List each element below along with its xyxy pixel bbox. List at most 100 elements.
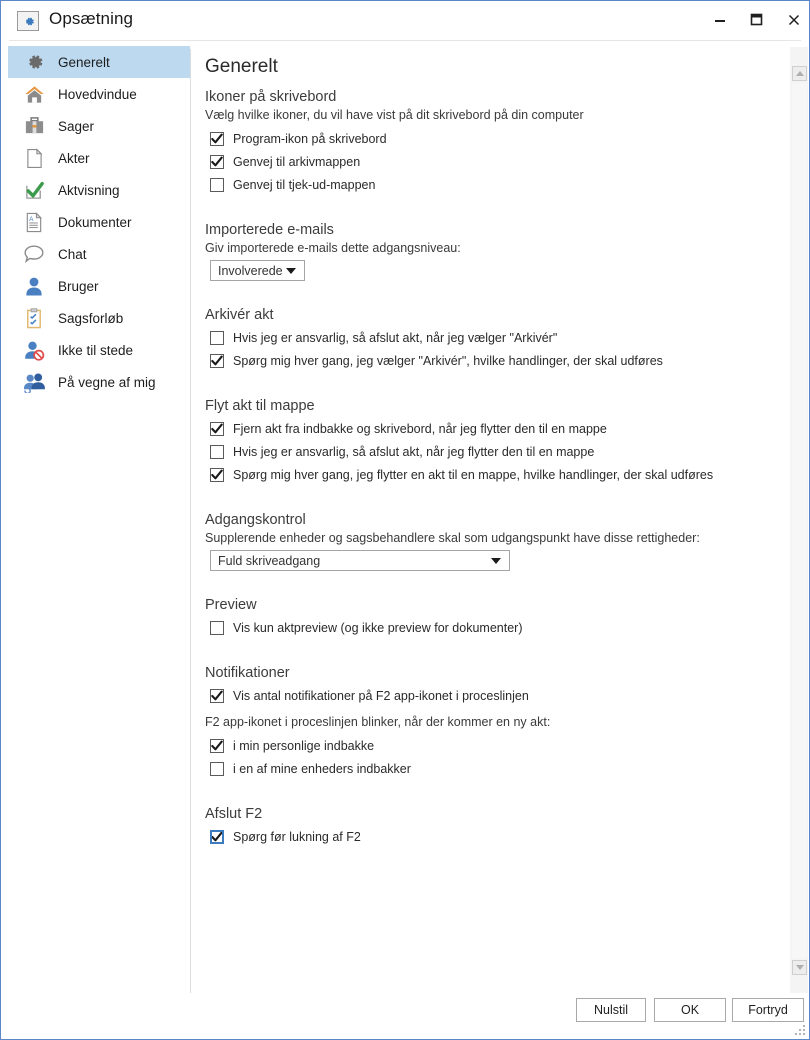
checkbox-row-genvej-arkivmappen[interactable]: Genvej til arkivmappen — [205, 150, 785, 173]
window-title: Opsætning — [49, 9, 134, 28]
text-doc-icon: A — [20, 208, 48, 236]
app-gear-icon — [17, 11, 39, 31]
chevron-down-icon — [491, 557, 501, 564]
page-title: Generelt — [205, 56, 278, 77]
chevron-down-icon — [286, 267, 296, 274]
scroll-up-icon[interactable] — [792, 66, 807, 81]
title-bar: Opsætning — [1, 1, 809, 40]
sidebar-item-label: Hovedvindue — [58, 86, 137, 102]
checkbox-row-program-ikon[interactable]: Program-ikon på skrivebord — [205, 127, 785, 150]
checkbox-unchecked-icon[interactable] — [210, 177, 224, 192]
section-archive-act: Arkivér akt Hvis jeg er ansvarlig, så af… — [191, 307, 785, 372]
checkbox-checked-icon[interactable] — [210, 467, 224, 482]
ok-button[interactable]: OK — [654, 998, 726, 1022]
home-icon — [20, 80, 48, 108]
checkbox-row-genvej-tjek-ud[interactable]: Genvej til tjek-ud-mappen — [205, 173, 785, 196]
sidebar-item-generelt[interactable]: Generelt — [8, 46, 190, 78]
speech-bubble-icon — [20, 240, 48, 268]
maximize-button[interactable] — [740, 4, 773, 35]
scrollbar-track[interactable] — [792, 83, 807, 958]
checkbox-label: i en af mine enheders indbakker — [233, 761, 411, 776]
checkbox-row-spoerg-foer-lukning[interactable]: Spørg før lukning af F2 — [205, 825, 785, 848]
checkbox-row-spoerg-flyt[interactable]: Spørg mig hver gang, jeg flytter en akt … — [205, 463, 785, 486]
sidebar-item-dokumenter[interactable]: A Dokumenter — [8, 206, 190, 238]
sidebar-item-bruger[interactable]: Bruger — [8, 270, 190, 302]
section-preview: Preview Vis kun aktpreview (og ikke prev… — [191, 597, 785, 639]
resize-grip[interactable] — [793, 1023, 805, 1035]
checkbox-checked-icon[interactable] — [210, 688, 224, 703]
sidebar-item-label: Generelt — [58, 54, 110, 70]
checkbox-unchecked-icon[interactable] — [210, 330, 224, 345]
checkbox-checked-icon[interactable] — [210, 421, 224, 436]
checkbox-checked-icon[interactable] — [210, 353, 224, 368]
checkbox-label: Spørg mig hver gang, jeg flytter en akt … — [233, 467, 714, 482]
checkbox-checked-icon[interactable] — [210, 829, 224, 844]
sidebar-item-chat[interactable]: Chat — [8, 238, 190, 270]
sidebar-item-label: På vegne af mig — [58, 374, 156, 390]
clipboard-icon — [20, 304, 48, 332]
gear-icon — [20, 48, 48, 76]
checkbox-label: Spørg mig hver gang, jeg vælger "Arkivér… — [233, 353, 663, 368]
checkbox-label: Genvej til arkivmappen — [233, 154, 361, 169]
section-access-control: Adgangskontrol Supplerende enheder og sa… — [191, 512, 785, 571]
checkbox-row-afslut-akt-arkiver[interactable]: Hvis jeg er ansvarlig, så afslut akt, nå… — [205, 326, 785, 349]
checkbox-row-enheders-indbakker[interactable]: i en af mine enheders indbakker — [205, 757, 785, 780]
sidebar-item-paa-vegne-af-mig[interactable]: På vegne af mig — [8, 366, 190, 398]
sidebar-item-label: Dokumenter — [58, 214, 132, 230]
settings-content: Generelt Ikoner på skrivebord Vælg hvilk… — [191, 47, 785, 994]
checkbox-row-spoerg-arkiver[interactable]: Spørg mig hver gang, jeg vælger "Arkivér… — [205, 349, 785, 372]
checkbox-label: Hvis jeg er ansvarlig, så afslut akt, nå… — [233, 330, 558, 345]
checkbox-row-fjern-akt[interactable]: Fjern akt fra indbakke og skrivebord, nå… — [205, 417, 785, 440]
settings-sections: Ikoner på skrivebord Vælg hvilke ikoner,… — [191, 89, 785, 848]
reset-button[interactable]: Nulstil — [576, 998, 646, 1022]
sidebar-item-aktvisning[interactable]: Aktvisning — [8, 174, 190, 206]
close-button[interactable] — [777, 4, 809, 35]
checkbox-label: Hvis jeg er ansvarlig, så afslut akt, nå… — [233, 444, 595, 459]
sidebar-item-sagsforloeb[interactable]: Sagsforløb — [8, 302, 190, 334]
cancel-button[interactable]: Fortryd — [732, 998, 804, 1022]
settings-window: Opsætning Generelt Hovedvindue Sager Akt… — [0, 0, 810, 1040]
checkbox-unchecked-icon[interactable] — [210, 761, 224, 776]
checkbox-row-afslut-akt-flyt[interactable]: Hvis jeg er ansvarlig, så afslut akt, nå… — [205, 440, 785, 463]
checkbox-checked-icon[interactable] — [210, 738, 224, 753]
section-desktop-icons: Ikoner på skrivebord Vælg hvilke ikoner,… — [191, 89, 785, 196]
sidebar-item-label: Chat — [58, 246, 87, 262]
section-heading: Flyt akt til mappe — [205, 398, 315, 414]
section-description: Giv importerede e-mails dette adgangsniv… — [205, 241, 461, 255]
sidebar-item-sager[interactable]: Sager — [8, 110, 190, 142]
scroll-down-icon[interactable] — [792, 960, 807, 975]
section-notifications: Notifikationer Vis antal notifikationer … — [191, 665, 785, 780]
settings-sidebar: Generelt Hovedvindue Sager Akter Aktvisn… — [2, 46, 190, 994]
checkbox-checked-icon[interactable] — [210, 154, 224, 169]
checkbox-label: Vis kun aktpreview (og ikke preview for … — [233, 620, 523, 635]
section-heading: Ikoner på skrivebord — [205, 89, 337, 105]
briefcase-icon — [20, 112, 48, 140]
section-heading: Notifikationer — [205, 665, 290, 681]
person-blocked-icon — [20, 336, 48, 364]
checkbox-row-vis-antal-notifikationer[interactable]: Vis antal notifikationer på F2 app-ikone… — [205, 684, 785, 707]
document-icon — [20, 144, 48, 172]
sidebar-item-ikke-til-stede[interactable]: Ikke til stede — [8, 334, 190, 366]
checkbox-checked-icon[interactable] — [210, 131, 224, 146]
sidebar-item-akter[interactable]: Akter — [8, 142, 190, 174]
checkbox-row-aktpreview[interactable]: Vis kun aktpreview (og ikke preview for … — [205, 616, 785, 639]
minimize-button[interactable] — [703, 4, 736, 35]
checkbox-unchecked-icon[interactable] — [210, 620, 224, 635]
rights-dropdown[interactable]: Fuld skriveadgang — [210, 550, 510, 571]
content-scrollbar[interactable] — [789, 47, 808, 994]
checkbox-row-personlige-indbakke[interactable]: i min personlige indbakke — [205, 734, 785, 757]
section-move-act: Flyt akt til mappe Fjern akt fra indbakk… — [191, 398, 785, 486]
section-heading: Afslut F2 — [205, 806, 263, 822]
access-level-dropdown[interactable]: Involverede — [210, 260, 305, 281]
checkbox-unchecked-icon[interactable] — [210, 444, 224, 459]
section-imported-emails: Importerede e-mails Giv importerede e-ma… — [191, 222, 785, 281]
checkbox-label: Fjern akt fra indbakke og skrivebord, nå… — [233, 421, 607, 436]
section-heading: Importerede e-mails — [205, 222, 334, 238]
section-exit-f2: Afslut F2 Spørg før lukning af F2 — [191, 806, 785, 848]
section-heading: Preview — [205, 597, 257, 613]
people-icon — [20, 368, 48, 396]
checkbox-label: i min personlige indbakke — [233, 738, 375, 753]
sidebar-item-hovedvindue[interactable]: Hovedvindue — [8, 78, 190, 110]
dropdown-value: Involverede — [218, 263, 283, 278]
checkbox-label: Spørg før lukning af F2 — [233, 829, 361, 844]
